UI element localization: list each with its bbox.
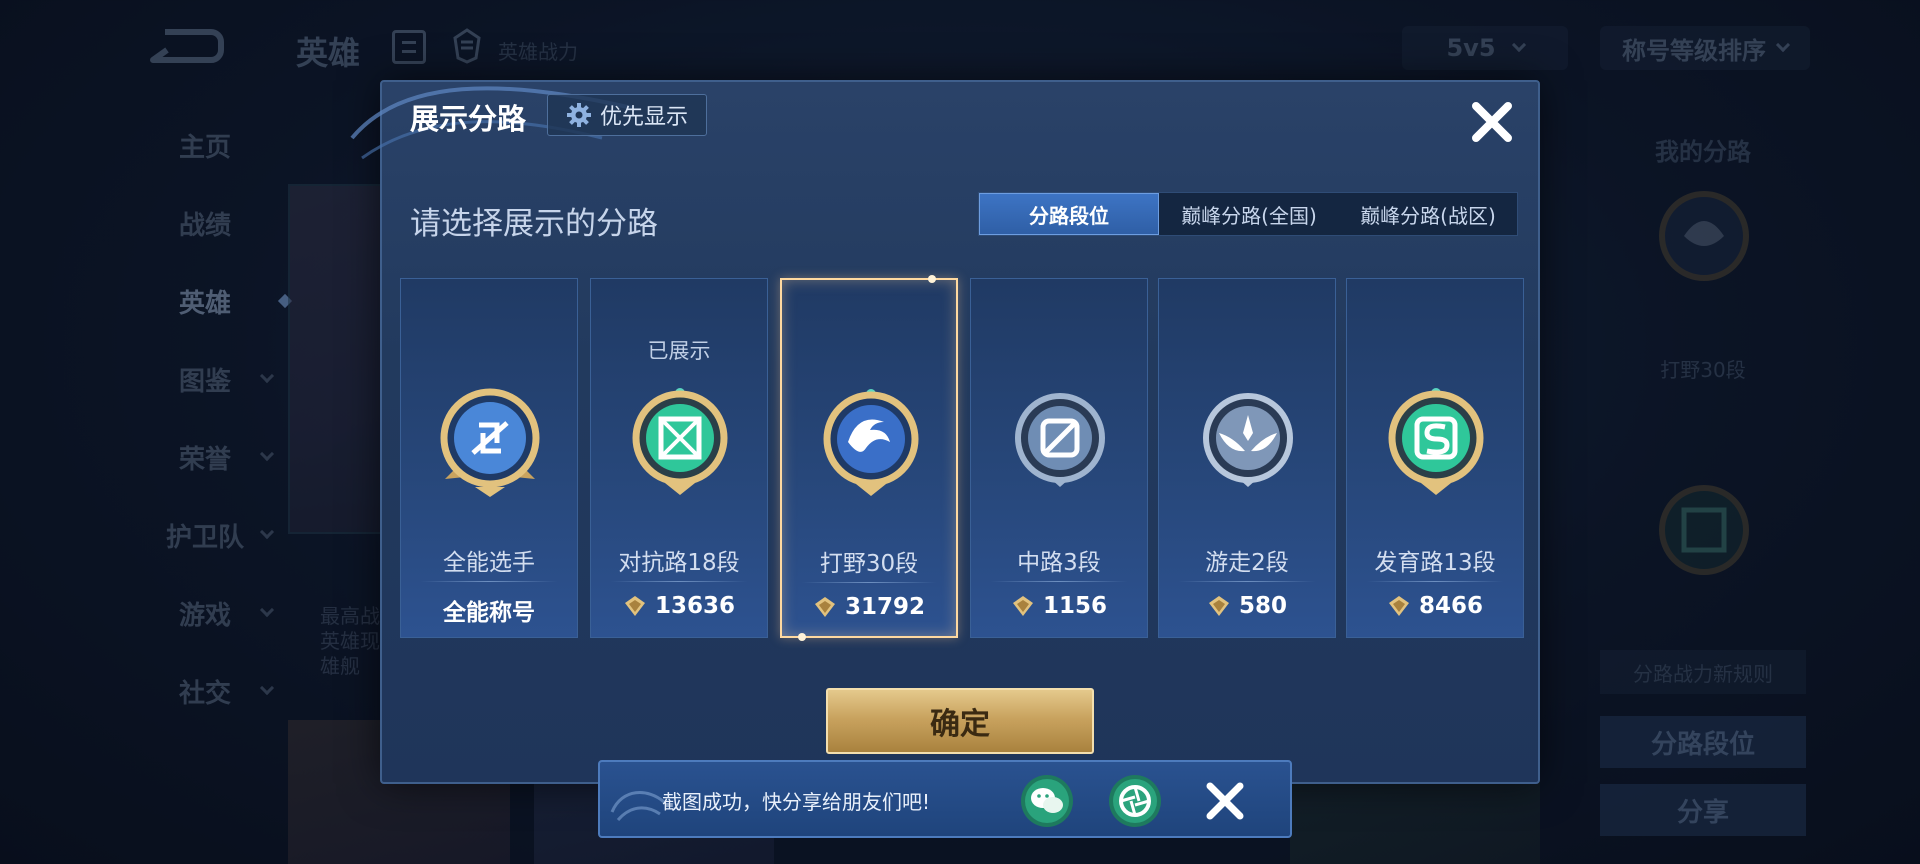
clash-lane-badge-icon [625,383,735,503]
dialog-title: 展示分路 [410,102,527,136]
lane-card-roam[interactable]: 游走2段 580 [1158,278,1336,638]
lane-card-score: 13636 [591,593,767,619]
confirm-button[interactable]: 确定 [826,688,1094,754]
lane-card-score: 580 [1159,593,1335,619]
lane-type-tabs: 分路段位 巅峰分路(全国) 巅峰分路(战区) [978,192,1518,236]
close-button[interactable] [1466,96,1518,148]
card-divider [1179,581,1315,582]
lane-card-name: 对抗路18段 [618,550,740,576]
selected-corner-dot [928,275,936,283]
power-score-icon [814,597,835,617]
lane-card-list: 全能选手 全能称号 已展示 对抗路18段 13636 打野30段 31792 中… [400,275,1524,641]
dialog-subtitle: 请选择展示的分路 [410,206,658,242]
all-rounder-badge-icon [435,383,545,503]
priority-display-label: 优先显示 [599,105,688,130]
lane-card-score-value: 580 [1238,593,1287,619]
power-score-icon [1208,596,1229,616]
moments-share-icon[interactable] [1108,774,1162,828]
jungle-badge-icon [816,384,926,504]
lane-card-name: 游走2段 [1205,550,1289,576]
card-divider [611,581,747,582]
lane-card-jungle[interactable]: 打野30段 31792 [780,275,958,641]
lane-card-score-value: 13636 [654,593,736,619]
card-divider [802,582,936,583]
lane-card-score-value: 全能称号 [443,600,535,626]
roam-badge-icon [1193,383,1303,503]
lane-card-name: 全能选手 [443,550,535,576]
mid-lane-badge-icon [1005,383,1115,503]
power-score-icon [624,596,645,616]
farm-lane-badge-icon [1381,383,1491,503]
lane-card-score-value: 1156 [1042,593,1107,619]
lane-card-score: 1156 [971,593,1147,619]
card-divider [991,581,1127,582]
toast-message: 截图成功，快分享给朋友们吧! [662,790,931,814]
power-score-icon [1388,596,1409,616]
lane-display-dialog: 展示分路 优先显示 请选择展示的分路 分路段位 巅峰分路(全国) 巅峰分路(战区… [350,80,1540,784]
lane-card-name: 打野30段 [819,551,919,577]
lane-card-farm[interactable]: 发育路13段 8466 [1346,278,1524,638]
lane-card-score: 31792 [782,594,956,620]
lane-card-name: 发育路13段 [1374,550,1496,576]
card-divider [421,581,557,582]
power-score-icon [1012,596,1033,616]
gear-icon [566,103,591,127]
card-divider [1367,581,1503,582]
lane-card-clash[interactable]: 已展示 对抗路18段 13636 [590,278,768,638]
tab-peak-lane-region[interactable]: 巅峰分路(战区) [1339,193,1517,235]
close-icon[interactable] [1202,778,1248,824]
priority-display-button[interactable]: 优先显示 [547,94,707,136]
lane-card-mid[interactable]: 中路3段 1156 [970,278,1148,638]
shown-label: 已展示 [647,339,711,363]
lane-card-name: 中路3段 [1017,550,1101,576]
screenshot-share-toast: 截图成功，快分享给朋友们吧! [598,760,1292,838]
lane-card-score: 全能称号 [401,593,577,627]
tab-lane-rank[interactable]: 分路段位 [979,193,1159,235]
selected-corner-dot [798,633,806,641]
close-icon [1472,102,1512,142]
lane-card-score-value: 8466 [1418,593,1483,619]
lane-card-all-rounder[interactable]: 全能选手 全能称号 [400,278,578,638]
lane-card-score-value: 31792 [844,594,926,620]
wechat-share-icon[interactable] [1020,774,1074,828]
tab-peak-lane-national[interactable]: 巅峰分路(全国) [1159,193,1339,235]
decorative-swirl-icon [610,791,665,822]
lane-card-score: 8466 [1347,593,1523,619]
